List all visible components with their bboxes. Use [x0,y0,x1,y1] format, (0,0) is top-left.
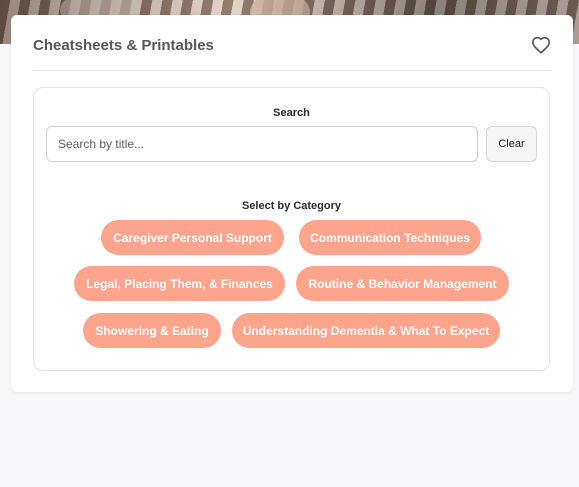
category-chip-routine-behavior-management[interactable]: Routine & Behavior Management [296,266,509,301]
card-header: Cheatsheets & Printables [33,15,551,71]
filter-panel: Search Clear Select by Category Caregive… [33,87,550,371]
search-label: Search [273,107,310,119]
category-chip-legal-placing-finances[interactable]: Legal, Placing Them, & Finances [74,266,285,301]
card-title: Cheatsheets & Printables [33,37,214,54]
category-chip-caregiver-personal-support[interactable]: Caregiver Personal Support [101,220,284,255]
category-chip-understanding-dementia[interactable]: Understanding Dementia & What To Expect [232,313,500,348]
cheatsheets-card: Cheatsheets & Printables Search Clear Se… [11,15,573,392]
search-input[interactable] [46,126,478,162]
clear-button[interactable]: Clear [486,126,537,162]
category-chip-showering-eating[interactable]: Showering & Eating [83,313,221,348]
category-chip-communication-techniques[interactable]: Communication Techniques [299,220,481,255]
heart-icon[interactable] [531,36,551,54]
category-label: Select by Category [241,200,342,212]
